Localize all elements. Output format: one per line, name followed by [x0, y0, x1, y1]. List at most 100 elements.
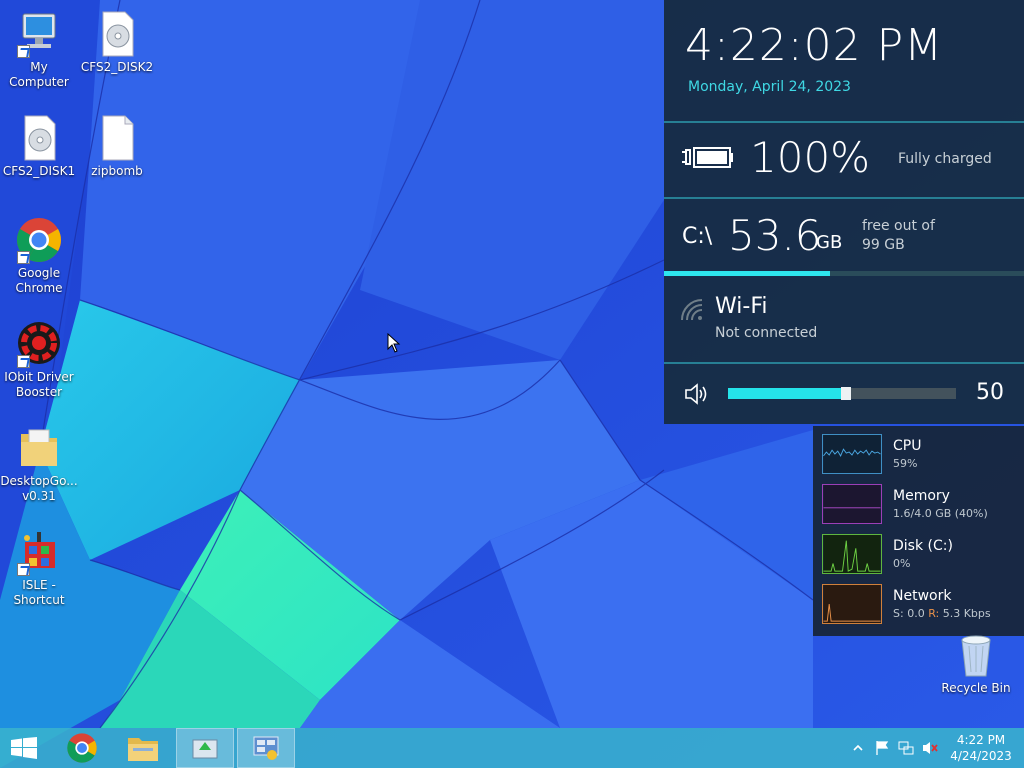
folder-icon: [128, 738, 158, 761]
taskbar-clock[interactable]: 4:22 PM 4/24/2023: [948, 732, 1014, 764]
disk-activity-graph: [822, 534, 882, 574]
desktop-icon-google-chrome[interactable]: Google Chrome: [0, 216, 78, 296]
desktop-icon-recycle-bin[interactable]: Recycle Bin: [940, 632, 1012, 695]
volume-muted-icon[interactable]: [922, 740, 938, 756]
taskbar-app-button-2[interactable]: [237, 728, 295, 768]
network-receive-label: R:: [928, 607, 940, 620]
driver-booster-icon: [15, 320, 63, 368]
memory-value: 1.6/4.0 GB (40%): [893, 507, 988, 520]
desktop-icon-label-line2: v0.31: [22, 489, 56, 503]
desktop-icon-label-line1: IObit Driver: [4, 370, 74, 384]
taskbar: [0, 728, 1024, 768]
disc-image-icon: [15, 114, 63, 162]
disk-capacity-text: free out of 99 GB: [862, 217, 935, 255]
network-send-label: S:: [893, 607, 904, 620]
cpu-label: CPU: [893, 438, 922, 454]
speaker-volume-icon[interactable]: [684, 383, 710, 409]
system-monitor-icon: [253, 736, 279, 760]
shortcut-arrow-icon: [17, 251, 30, 264]
taskbar-clock-date: 4/24/2023: [950, 749, 1012, 763]
desktop-icon-cfs2-disk2[interactable]: CFS2_DISK2: [78, 10, 156, 75]
wifi-network-name[interactable]: Wi-Fi: [715, 294, 768, 319]
desktop-icon-label: CFS2_DISK1: [2, 164, 76, 178]
wifi-icon: [678, 296, 704, 326]
separator: [664, 197, 1024, 199]
windows-logo-icon: [11, 737, 37, 759]
desktop-icon-iobit-driver-booster[interactable]: IObit Driver Booster: [0, 320, 78, 400]
file-icon: [93, 114, 141, 162]
disk-drive-letter: C:\: [682, 224, 713, 249]
volume-slider[interactable]: [728, 387, 956, 400]
disk-free-value: 53.6: [728, 211, 822, 260]
network-traffic-graph: [822, 584, 882, 624]
taskbar-chrome-button[interactable]: [54, 728, 112, 768]
desktop-icon-label-line2: Shortcut: [13, 593, 65, 607]
battery-percentage: 100%: [750, 133, 871, 182]
network-receive-value: 5.3 Kbps: [942, 607, 991, 620]
desktop-icon-label-line2: Chrome: [15, 281, 63, 295]
desktop-icon-desktopgo[interactable]: DesktopGo... v0.31: [0, 424, 78, 504]
monitor-row-network[interactable]: Network S: 0.0 R: 5.3 Kbps: [813, 580, 1024, 630]
disk-value: 0%: [893, 557, 911, 570]
show-hidden-icons-chevron-icon[interactable]: [850, 740, 866, 756]
recycle-bin-icon: [961, 635, 991, 677]
shortcut-arrow-icon: [17, 355, 30, 368]
network-value: S: 0.0 R: 5.3 Kbps: [893, 607, 991, 620]
battery-status: Fully charged: [898, 151, 992, 167]
disk-free-unit: GB: [816, 232, 843, 253]
disc-image-icon: [93, 10, 141, 58]
desktop-icon-cfs2-disk1[interactable]: CFS2_DISK1: [0, 114, 78, 179]
shortcut-arrow-icon: [17, 45, 30, 58]
monitor-row-cpu[interactable]: CPU 59%: [813, 430, 1024, 480]
app-window-icon: [192, 739, 218, 759]
cpu-value: 59%: [893, 457, 918, 470]
shortcut-arrow-icon: [17, 563, 30, 576]
desktop-icon-my-computer[interactable]: My Computer: [0, 10, 78, 90]
disk-total-size: 99 GB: [862, 237, 905, 253]
volume-value: 50: [976, 380, 1004, 405]
mouse-cursor-icon: [387, 333, 401, 353]
folder-icon: [15, 424, 63, 472]
separator: [664, 121, 1024, 123]
desktop-icon-label: Recycle Bin: [941, 681, 1011, 695]
volume-slider-thumb[interactable]: [841, 387, 851, 400]
desktop-icon-isle-shortcut[interactable]: ISLE - Shortcut: [0, 528, 78, 608]
system-info-flyout: 4:22:02 PM Monday, April 24, 2023 100% F…: [664, 0, 1024, 424]
monitor-row-memory[interactable]: Memory 1.6/4.0 GB (40%): [813, 480, 1024, 530]
network-label: Network: [893, 588, 952, 604]
network-status-icon[interactable]: [898, 740, 914, 756]
start-button[interactable]: [0, 728, 48, 768]
desktop-icon-label-line1: ISLE -: [22, 578, 56, 592]
chrome-icon: [15, 216, 63, 264]
taskbar-file-explorer-button[interactable]: [114, 728, 172, 768]
resource-monitor-panel: CPU 59% Memory 1.6/4.0 GB (40%) Disk (C:…: [813, 426, 1024, 636]
disk-free-caption: free out of: [862, 218, 935, 234]
taskbar-app-button-1[interactable]: [176, 728, 234, 768]
separator: [664, 362, 1024, 364]
battery-charging-icon: [680, 144, 736, 176]
disk-label: Disk (C:): [893, 538, 953, 554]
flyout-clock-date: Monday, April 24, 2023: [688, 79, 851, 95]
network-send-value: 0.0: [907, 607, 925, 620]
memory-usage-graph: [822, 484, 882, 524]
desktop-icon-label-line2: Booster: [15, 385, 63, 399]
desktop-icon-label-line1: Google: [17, 266, 61, 280]
flyout-clock-time: 4:22:02 PM: [685, 20, 944, 71]
desktop-icon-label-line1: DesktopGo...: [0, 474, 78, 488]
action-center-flag-icon[interactable]: [874, 740, 890, 756]
isle-game-icon: [15, 528, 63, 576]
disk-usage-fill: [664, 271, 830, 276]
taskbar-clock-time: 4:22 PM: [956, 733, 1006, 747]
wifi-status: Not connected: [715, 325, 818, 341]
cpu-usage-graph: [822, 434, 882, 474]
monitor-row-disk[interactable]: Disk (C:) 0%: [813, 530, 1024, 580]
memory-label: Memory: [893, 488, 950, 504]
volume-slider-fill: [728, 388, 842, 399]
desktop-icon-zipbomb[interactable]: zipbomb: [78, 114, 156, 179]
desktop-icon-label: zipbomb: [91, 164, 143, 178]
disk-usage-bar: [664, 271, 1024, 276]
computer-icon: [15, 10, 63, 58]
chrome-icon: [67, 733, 97, 763]
desktop-icon-label: CFS2_DISK2: [80, 60, 154, 74]
desktop-icon-label: My Computer: [9, 60, 69, 89]
